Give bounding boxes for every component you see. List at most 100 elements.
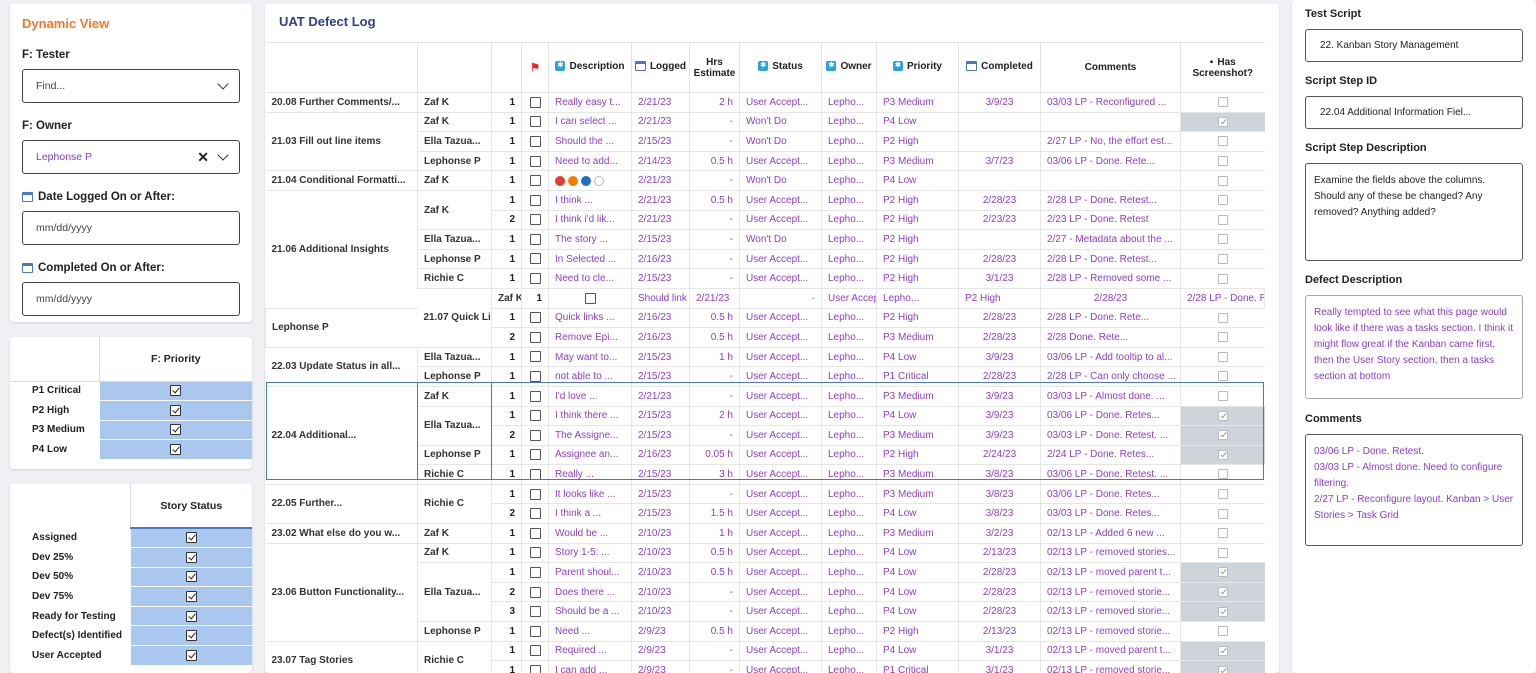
description-cell[interactable]: [548, 170, 632, 191]
has-screenshot-checkbox[interactable]: [1217, 567, 1228, 578]
tester-cell[interactable]: Zaf K: [417, 385, 492, 406]
script-step-cell[interactable]: 22.04 Additional...: [265, 385, 418, 485]
priority-cell[interactable]: P2 High: [876, 248, 959, 269]
completed-cell[interactable]: 2/13/23: [958, 542, 1041, 563]
completed-cell[interactable]: 2/28/23: [958, 327, 1041, 348]
has-screenshot-checkbox[interactable]: [1217, 371, 1228, 382]
comments-cell[interactable]: 03/03 LP - Reconfigured ...: [1040, 92, 1181, 113]
priority-cell[interactable]: P3 Medium: [876, 464, 959, 485]
status-cell[interactable]: User Accept...: [739, 405, 822, 426]
description-cell[interactable]: Need ...: [548, 621, 632, 642]
has-screenshot-checkbox[interactable]: [1217, 645, 1228, 656]
step-description-field[interactable]: Examine the fields above the columns. Sh…: [1305, 163, 1523, 261]
description-cell[interactable]: I think i'd lik...: [548, 209, 632, 230]
hrs-estimate-cell[interactable]: -: [689, 366, 740, 387]
priority-filter-checkbox[interactable]: [170, 385, 182, 397]
description-cell[interactable]: Does there ...: [548, 581, 632, 602]
has-screenshot-checkbox[interactable]: [1217, 312, 1228, 323]
has-screenshot-checkbox[interactable]: [1217, 606, 1228, 617]
comments-cell[interactable]: 03/06 LP - Done. Rete...: [1040, 150, 1181, 171]
hrs-estimate-cell[interactable]: -: [689, 425, 740, 446]
priority-cell[interactable]: P4 Low: [876, 405, 959, 426]
logged-cell[interactable]: 2/21/23: [631, 111, 690, 132]
hrs-estimate-cell[interactable]: 0.5 h: [689, 327, 740, 348]
logged-cell[interactable]: 2/15/23: [631, 229, 690, 250]
has-screenshot-checkbox[interactable]: [1217, 449, 1228, 460]
hrs-estimate-cell[interactable]: -: [689, 483, 740, 504]
completed-cell[interactable]: 2/23/23: [958, 209, 1041, 230]
description-cell[interactable]: It looks like ...: [548, 483, 632, 504]
has-screenshot-checkbox[interactable]: [1217, 489, 1228, 500]
hrs-estimate-cell[interactable]: 0.5 h: [689, 307, 740, 328]
owner-cell[interactable]: Lepho...: [821, 385, 877, 406]
logged-cell[interactable]: 2/10/23: [631, 542, 690, 563]
col-owner[interactable]: Owner: [821, 42, 877, 93]
logged-cell[interactable]: 2/21/23: [631, 170, 690, 191]
hrs-estimate-cell[interactable]: 0.5 h: [689, 189, 740, 211]
flag-checkbox[interactable]: [584, 292, 596, 304]
priority-filter-checkbox[interactable]: [170, 404, 182, 416]
flag-checkbox[interactable]: [529, 527, 541, 539]
logged-cell[interactable]: 2/21/23: [631, 209, 690, 230]
owner-cell[interactable]: Lepho...: [821, 523, 877, 544]
completed-cell[interactable]: [958, 170, 1041, 191]
owner-cell[interactable]: Lepho...: [821, 131, 877, 152]
owner-cell[interactable]: Lepho...: [821, 189, 877, 211]
comments-cell[interactable]: 2/24 LP - Done. Retes...: [1040, 444, 1181, 465]
priority-cell[interactable]: P4 Low: [876, 170, 959, 191]
priority-cell[interactable]: P4 Low: [876, 542, 959, 563]
completed-cell[interactable]: 2/28/23: [1040, 287, 1181, 309]
script-step-cell[interactable]: 22.03 Update Status in all...: [265, 346, 418, 387]
status-cell[interactable]: Won't Do: [739, 229, 822, 250]
logged-cell[interactable]: 2/15/23: [631, 268, 690, 289]
owner-cell[interactable]: Lepho...: [821, 111, 877, 132]
completed-cell[interactable]: 3/9/23: [958, 425, 1041, 446]
table-row[interactable]: 21.04 Conditional Formatti... Zaf K 1 2/21/…: [265, 170, 1265, 191]
script-step-cell[interactable]: 21.03 Fill out line items: [265, 111, 418, 171]
status-cell[interactable]: User Accept...: [739, 327, 822, 348]
table-row[interactable]: Lephonse P 1 Quick links ... 2/16/23 0.5 h Us…: [265, 307, 1265, 348]
logged-cell[interactable]: 2/16/23: [631, 327, 690, 348]
tester-cell[interactable]: Zaf K: [417, 523, 492, 544]
table-row[interactable]: 22.03 Update Status in all... Ella Tazua.…: [265, 346, 1265, 387]
flag-checkbox[interactable]: [529, 175, 541, 187]
status-cell[interactable]: Won't Do: [739, 111, 822, 132]
flag-checkbox[interactable]: [529, 312, 541, 324]
table-row[interactable]: 21.06 Additional Insights Zaf K1I think .…: [265, 189, 1265, 309]
description-cell[interactable]: In Selected ...: [548, 248, 632, 269]
flag-checkbox[interactable]: [529, 606, 541, 618]
priority-cell[interactable]: P4 Low: [876, 111, 959, 132]
hrs-estimate-cell[interactable]: -: [689, 229, 740, 250]
completed-cell[interactable]: [958, 229, 1041, 250]
logged-cell[interactable]: 2/10/23: [631, 523, 690, 544]
flag-checkbox[interactable]: [529, 508, 541, 520]
flag-checkbox[interactable]: [529, 625, 541, 637]
description-cell[interactable]: Story 1-5: ...: [548, 542, 632, 563]
col-has-screenshot[interactable]: ▪ Has Screenshot?: [1180, 42, 1265, 93]
completed-cell[interactable]: 3/1/23: [958, 660, 1041, 673]
priority-cell[interactable]: P2 High: [876, 131, 959, 152]
flag-checkbox[interactable]: [529, 194, 541, 206]
status-filter-checkbox[interactable]: [185, 532, 197, 544]
comments-cell[interactable]: [1040, 170, 1181, 191]
priority-cell[interactable]: P3 Medium: [876, 483, 959, 504]
hrs-estimate-cell[interactable]: -: [689, 170, 740, 191]
has-screenshot-checkbox[interactable]: [1217, 332, 1228, 343]
priority-cell[interactable]: P2 High: [876, 209, 959, 230]
clear-icon[interactable]: ✕: [197, 149, 209, 166]
tester-cell[interactable]: Zaf K: [491, 287, 522, 309]
priority-cell[interactable]: P4 Low: [876, 562, 959, 583]
flag-checkbox[interactable]: [529, 233, 541, 245]
hrs-estimate-cell[interactable]: -: [689, 601, 740, 622]
logged-cell[interactable]: 2/15/23: [631, 464, 690, 485]
owner-cell[interactable]: Lepho...: [821, 405, 877, 426]
defect-description-field[interactable]: Really tempted to see what this page wou…: [1305, 295, 1523, 399]
description-cell[interactable]: I can add ...: [548, 660, 632, 673]
has-screenshot-checkbox[interactable]: [1217, 97, 1228, 108]
completed-cell[interactable]: 3/1/23: [958, 268, 1041, 289]
priority-cell[interactable]: P2 High: [876, 307, 959, 328]
logged-cell[interactable]: 2/16/23: [631, 444, 690, 465]
has-screenshot-checkbox[interactable]: [1217, 351, 1228, 362]
logged-cell[interactable]: 2/16/23: [631, 248, 690, 269]
status-cell[interactable]: User Accept...: [739, 503, 822, 524]
